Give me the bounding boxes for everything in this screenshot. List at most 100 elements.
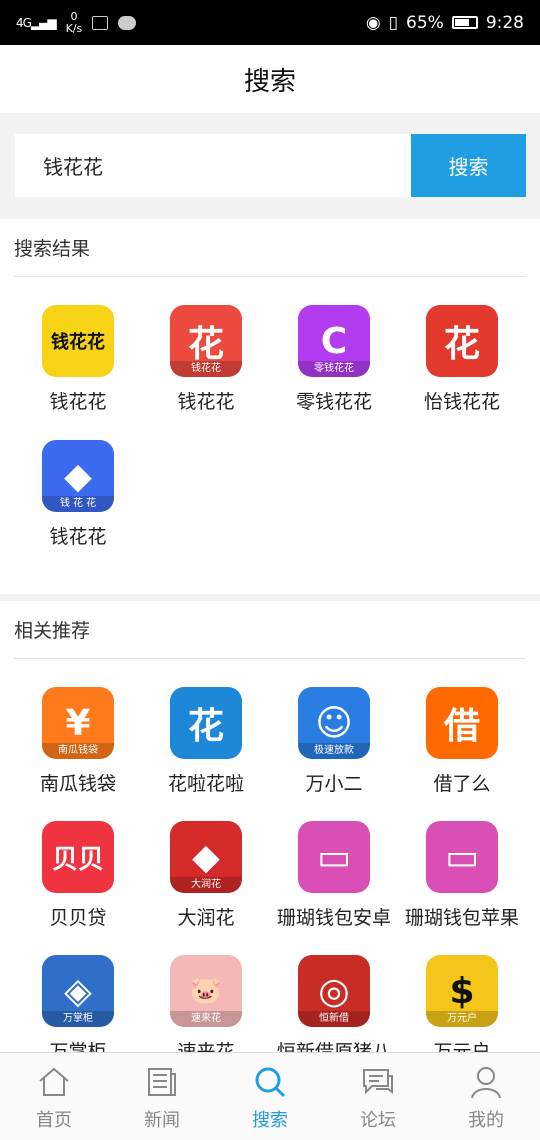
search-area: 钱花花 搜索: [0, 113, 540, 219]
notification-icon: [92, 15, 109, 30]
app-name: 珊瑚钱包苹果: [404, 907, 519, 929]
network-speed: 0 K/s: [65, 9, 83, 35]
app-item[interactable]: ¥ 南瓜钱袋南瓜钱袋: [13, 687, 143, 796]
icon-subtext: 零钱花花: [298, 361, 370, 377]
nav-label: 搜索: [252, 1109, 288, 1131]
icon-subtext: 钱 花 花: [42, 496, 114, 512]
vibrate-icon: ▯: [388, 12, 399, 33]
app-name: 万元户: [433, 1041, 491, 1052]
app-item[interactable]: ◆ 钱 花 花钱花花: [13, 440, 143, 549]
recommend-section: 相关推荐 ¥ 南瓜钱袋 南瓜钱袋花花啦花啦 ☺ 极速放款 万小二借借了么 贝贝 贝贝贷 ◆ 大润花…: [0, 601, 540, 1052]
icon-subtext: 恒新借: [298, 1011, 370, 1027]
icon-glyph: ◈: [64, 970, 92, 1012]
icon-glyph: ▭: [316, 836, 351, 878]
app-item[interactable]: 钱花花 钱花花: [13, 305, 143, 414]
app-item[interactable]: 花怡钱花花: [397, 305, 527, 414]
hua-red-stylized-icon: 花: [426, 305, 498, 377]
app-name: 钱花花: [49, 526, 107, 548]
jie-orange-icon: 借: [426, 687, 498, 759]
app-name: 万掌柜: [49, 1041, 107, 1052]
app-item[interactable]: 花钱花花 钱花花: [141, 305, 271, 414]
search-results-section: 搜索结果 钱花花 钱花花花钱花花 钱花花 C 零钱花花 零钱花花花怡钱花花 ◆ 钱 花 花钱花…: [0, 219, 540, 594]
app-item[interactable]: ◈ 万掌柜 万掌柜: [13, 955, 143, 1052]
pig-icon: 🐷 速来花: [170, 955, 242, 1027]
search-icon: [255, 1067, 286, 1097]
clock: 9:28: [485, 12, 524, 33]
icon-subtext: 大润花: [170, 877, 242, 893]
icon-glyph: $: [449, 970, 475, 1012]
app-name: 南瓜钱袋: [39, 773, 116, 795]
nav-label: 首页: [36, 1109, 72, 1131]
page-title-bar: 搜索: [0, 45, 540, 113]
app-item[interactable]: 借借了么: [397, 687, 527, 796]
signal-icon: 4G▂▄▆: [16, 15, 57, 30]
hua-blue-circle-icon: 花: [170, 687, 242, 759]
app-name: 零钱花花: [295, 391, 372, 413]
icon-glyph: 🐷: [189, 976, 223, 1006]
app-name: 贝贝贷: [49, 907, 107, 929]
app-item[interactable]: $ 万元户 万元户: [397, 955, 527, 1052]
app-name: 钱花花: [177, 391, 235, 413]
app-item[interactable]: ▭ 珊瑚钱包苹果: [397, 821, 527, 930]
search-input-value: 钱花花: [43, 155, 103, 179]
search-input[interactable]: 钱花花: [15, 134, 411, 197]
section-title-results: 搜索结果: [14, 219, 526, 277]
news-icon: [148, 1067, 176, 1096]
app-name: 花啦花啦: [167, 773, 244, 795]
icon-glyph: ☺: [315, 702, 353, 744]
app-item[interactable]: ◎ 恒新借恒新借原猪八: [269, 955, 399, 1052]
nav-label: 我的: [468, 1109, 504, 1131]
icon-glyph: 钱花花: [51, 332, 105, 353]
app-name: 恒新借原猪八: [276, 1041, 391, 1052]
icon-glyph: 借: [443, 706, 480, 747]
nav-item-search[interactable]: 搜索: [216, 1053, 324, 1140]
search-button[interactable]: 搜索: [411, 134, 526, 197]
qianhuahua-yellow-icon: 钱花花: [42, 305, 114, 377]
nav-item-home[interactable]: 首页: [0, 1053, 108, 1140]
wanzhanggui-blue-icon: ◈ 万掌柜: [42, 955, 114, 1027]
nav-label: 新闻: [144, 1109, 180, 1131]
icon-glyph: 花: [187, 324, 224, 365]
app-item[interactable]: C 零钱花花 零钱花花: [269, 305, 399, 414]
icon-glyph: 花: [443, 324, 480, 365]
icon-glyph: ◆: [64, 455, 92, 497]
app-name: 大润花: [177, 907, 235, 929]
app-name: 万小二: [305, 773, 363, 795]
nav-item-forum[interactable]: 论坛: [324, 1053, 432, 1140]
app-item[interactable]: 花花啦花啦: [141, 687, 271, 796]
app-name: 珊瑚钱包安卓: [276, 907, 391, 929]
bottom-nav: 首页 新闻 搜索 论坛 我的: [0, 1052, 540, 1140]
qianhuahua-blue-icon: ◆ 钱 花 花: [42, 440, 114, 512]
hengxin-red-icon: ◎ 恒新借: [298, 955, 370, 1027]
icon-subtext: 极速放款: [298, 743, 370, 759]
nav-item-news[interactable]: 新闻: [108, 1053, 216, 1140]
message-icon: [118, 15, 137, 30]
lingqian-purple-icon: C 零钱花花: [298, 305, 370, 377]
icon-glyph: ◎: [318, 970, 350, 1012]
icon-subtext: 万掌柜: [42, 1011, 114, 1027]
wallet-pink-icon: ▭: [426, 821, 498, 893]
app-item[interactable]: ☺ 极速放款万小二: [269, 687, 399, 796]
app-item[interactable]: 贝贝 贝贝贷: [13, 821, 143, 930]
icon-subtext: 万元户: [426, 1011, 498, 1027]
battery-percent: 65%: [406, 12, 444, 33]
icon-glyph: ▭: [444, 836, 479, 878]
nav-item-profile[interactable]: 我的: [432, 1053, 540, 1140]
wallet-pink-icon: ▭: [298, 821, 370, 893]
money-bag-icon: ¥ 南瓜钱袋: [42, 687, 114, 759]
battery-icon: [451, 16, 478, 29]
forum-icon: [363, 1068, 393, 1094]
app-item[interactable]: ◆ 大润花 大润花: [141, 821, 271, 930]
section-title-recommend: 相关推荐: [14, 601, 526, 659]
icon-subtext: 速来花: [170, 1011, 242, 1027]
hua-red-icon: 花钱花花: [170, 305, 242, 377]
wanyuanhu-yellow-icon: $ 万元户: [426, 955, 498, 1027]
mascot-blue-icon: ☺ 极速放款: [298, 687, 370, 759]
nav-label: 论坛: [360, 1109, 396, 1131]
icon-glyph: C: [320, 320, 348, 362]
app-item[interactable]: ▭ 珊瑚钱包安卓: [269, 821, 399, 930]
icon-glyph: 贝贝: [51, 844, 104, 875]
app-item[interactable]: 🐷 速来花 速来花: [141, 955, 271, 1052]
profile-icon: [471, 1066, 501, 1098]
icon-glyph: ◆: [192, 836, 220, 878]
